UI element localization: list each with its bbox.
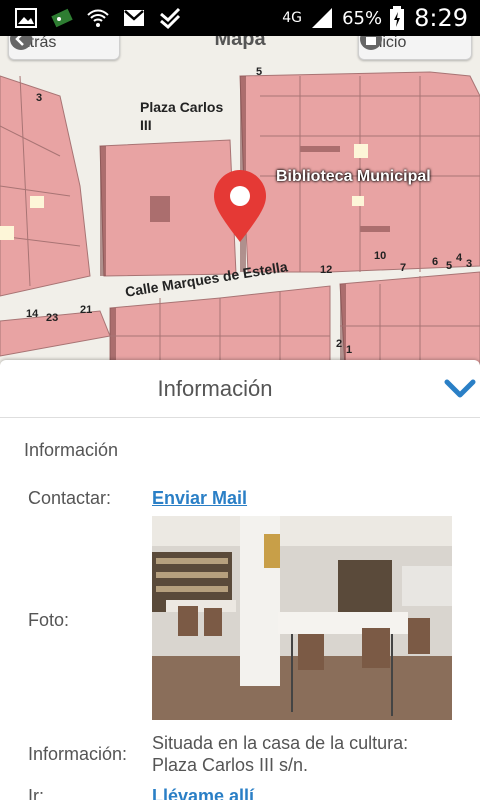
panel-header[interactable]: Información — [0, 360, 480, 418]
info-panel: Información Información Contactar: Envia… — [0, 360, 480, 800]
street-number: 23 — [46, 312, 59, 324]
street-number: 12 — [320, 264, 333, 276]
library-photo — [152, 516, 452, 720]
street-number: 6 — [432, 256, 439, 268]
panel-title: Información — [157, 376, 273, 401]
status-bar: 4G 65% 8:29 — [0, 0, 480, 36]
street-number: 21 — [80, 304, 93, 316]
street-number: 1 — [346, 344, 353, 356]
label-plaza: Plaza Carlos III — [140, 99, 224, 133]
gallery-icon — [15, 8, 37, 28]
map-header: Atrás Mapa Inicio — [0, 36, 480, 64]
go-label: Ir: — [28, 786, 44, 800]
street-number: 5 — [446, 260, 453, 272]
contact-label: Contactar: — [28, 488, 112, 508]
chevron-down-icon[interactable] — [444, 378, 476, 400]
info-text: Situada en la casa de la cultura: Plaza … — [152, 733, 409, 775]
signal-icon — [312, 8, 333, 28]
network-type: 4G — [282, 10, 302, 26]
check-icon — [160, 7, 181, 30]
game-icon — [51, 8, 73, 28]
clock: 8:29 — [414, 4, 468, 32]
street-number: 3 — [36, 92, 43, 104]
info-label: Información: — [28, 744, 128, 764]
wifi-icon — [87, 9, 109, 27]
street-number: 10 — [374, 250, 387, 262]
home-button[interactable]: Inicio — [358, 36, 472, 60]
take-me-there-link[interactable]: Llévame allí — [152, 786, 254, 800]
street-number: 5 — [256, 66, 263, 78]
street-number: 3 — [466, 258, 473, 270]
battery-percent: 65% — [342, 7, 383, 29]
street-number: 2 — [336, 338, 343, 350]
gmail-icon — [124, 10, 144, 26]
section-label: Información — [24, 440, 119, 460]
photo-label: Foto: — [28, 610, 70, 630]
home-icon — [360, 36, 382, 50]
map-canvas[interactable] — [0, 36, 480, 366]
label-biblioteca: Biblioteca Municipal — [276, 168, 431, 185]
street-number: 4 — [456, 252, 463, 264]
street-number: 7 — [400, 262, 407, 274]
battery-icon — [390, 6, 405, 30]
map-view[interactable]: Plaza Carlos III Biblioteca Municipal Ca… — [0, 36, 480, 366]
send-mail-link[interactable]: Enviar Mail — [152, 488, 247, 509]
street-number: 14 — [26, 308, 39, 320]
